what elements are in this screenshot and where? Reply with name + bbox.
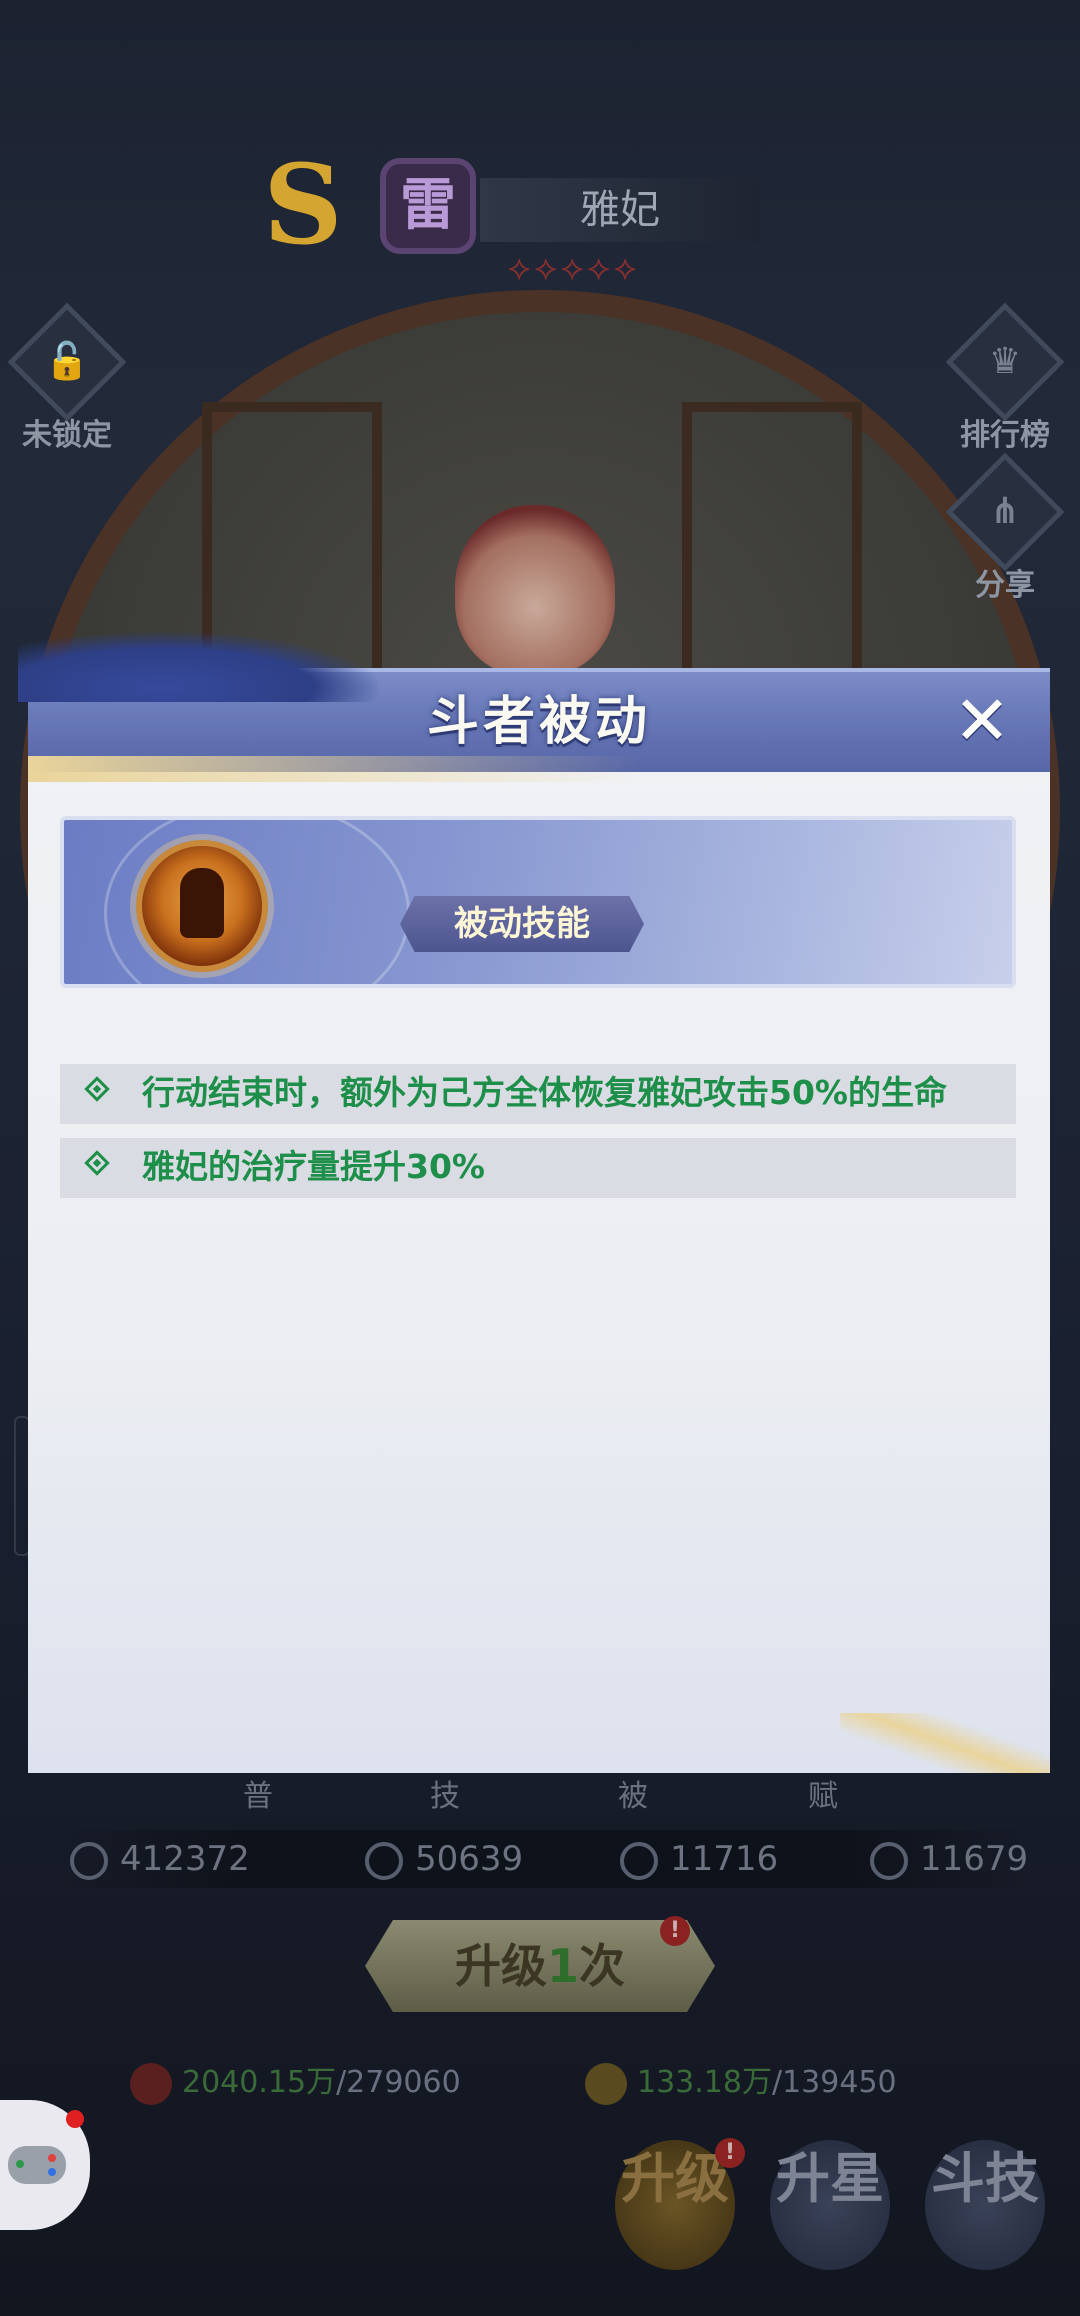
trophy-icon: ♛	[945, 302, 1065, 422]
skill-tab-skill[interactable]: 技	[410, 1770, 480, 1824]
skill-description-item: 雅妃的治疗量提升30%	[60, 1138, 1016, 1198]
upgrade-count: 1	[546, 1939, 579, 1993]
stat-hp: 412372	[70, 1830, 250, 1888]
lock-button[interactable]: 🔓 未锁定	[7, 302, 127, 454]
skill-description-text: 行动结束时，额外为己方全体恢复雅妃攻击50%的生命	[142, 1073, 947, 1112]
stat-defense-value: 11716	[670, 1839, 779, 1879]
star-rating: ⟡⟡⟡⟡⟡	[508, 248, 641, 288]
resource-gold: 133.18万/139450	[585, 2058, 897, 2108]
nav-battle-button[interactable]: 斗技	[925, 2140, 1045, 2270]
lock-icon: 🔓	[7, 302, 127, 422]
gold-sweep-decoration	[840, 1713, 1050, 1773]
nav-upgrade-badge: !	[715, 2138, 745, 2168]
resource-gold-value: 133.18万	[637, 2065, 772, 2100]
shield-icon	[620, 1841, 658, 1880]
close-icon[interactable]: ✕	[950, 688, 1014, 756]
stat-attack-value: 50639	[415, 1839, 524, 1879]
upgrade-suffix: 次	[579, 1939, 625, 1993]
gold-swoosh-decoration	[28, 756, 1050, 782]
upgrade-label: 升级	[454, 1939, 547, 1993]
skill-description-list: 行动结束时，额外为己方全体恢复雅妃攻击50%的生命 雅妃的治疗量提升30%	[60, 1064, 1016, 1212]
skill-tab-passive[interactable]: 被	[598, 1770, 668, 1824]
skill-description-item: 行动结束时，额外为己方全体恢复雅妃攻击50%的生命	[60, 1064, 1016, 1124]
resource-exp-value: 2040.15万	[182, 2065, 337, 2100]
stats-row: 412372 50639 11716 11679	[60, 1830, 1030, 1888]
diamond-bullet-icon	[84, 1150, 110, 1176]
skill-description-text: 雅妃的治疗量提升30%	[142, 1147, 485, 1186]
element-badge: 雷	[380, 158, 476, 254]
exp-icon	[130, 2062, 172, 2105]
figure-icon	[180, 868, 224, 938]
skill-icon	[136, 840, 268, 972]
stat-defense: 11716	[620, 1830, 778, 1888]
share-icon: ⋔	[945, 452, 1065, 572]
resource-exp-need: /279060	[336, 2065, 461, 2100]
notification-dot	[66, 2110, 84, 2128]
stat-attack: 50639	[365, 1830, 523, 1888]
hero-name: 雅妃	[480, 178, 760, 242]
diamond-bullet-icon	[84, 1076, 110, 1102]
coin-icon	[585, 2062, 627, 2105]
stat-resist: 11679	[870, 1830, 1028, 1888]
floating-gamepad-button[interactable]	[0, 2100, 90, 2230]
hero-portrait	[455, 505, 615, 675]
skill-banner: 被动技能	[60, 816, 1016, 988]
skill-tab-normal[interactable]: 普	[223, 1770, 293, 1824]
skill-tab-talent[interactable]: 赋	[788, 1770, 858, 1824]
resource-gold-need: /139450	[771, 2065, 897, 2100]
resource-exp: 2040.15万/279060	[130, 2058, 461, 2108]
passive-skill-modal: 斗者被动 ✕ 被动技能 行动结束时，额外为己方全体恢复雅妃攻击50%的生命 雅妃…	[18, 632, 1050, 1773]
upgrade-alert-badge: !	[660, 1916, 690, 1946]
heart-icon	[70, 1841, 108, 1880]
gamepad-icon	[8, 2146, 66, 2184]
share-button[interactable]: ⋔ 分享	[945, 452, 1065, 604]
stat-resist-value: 11679	[920, 1839, 1029, 1879]
rank-badge: S	[263, 140, 343, 269]
stat-hp-value: 412372	[120, 1839, 250, 1879]
sword-icon	[365, 1841, 403, 1880]
shield-icon	[870, 1841, 908, 1880]
leaderboard-button[interactable]: ♛ 排行榜	[945, 302, 1065, 454]
nav-star-button[interactable]: 升星	[770, 2140, 890, 2270]
skill-type-label: 被动技能	[400, 896, 644, 952]
